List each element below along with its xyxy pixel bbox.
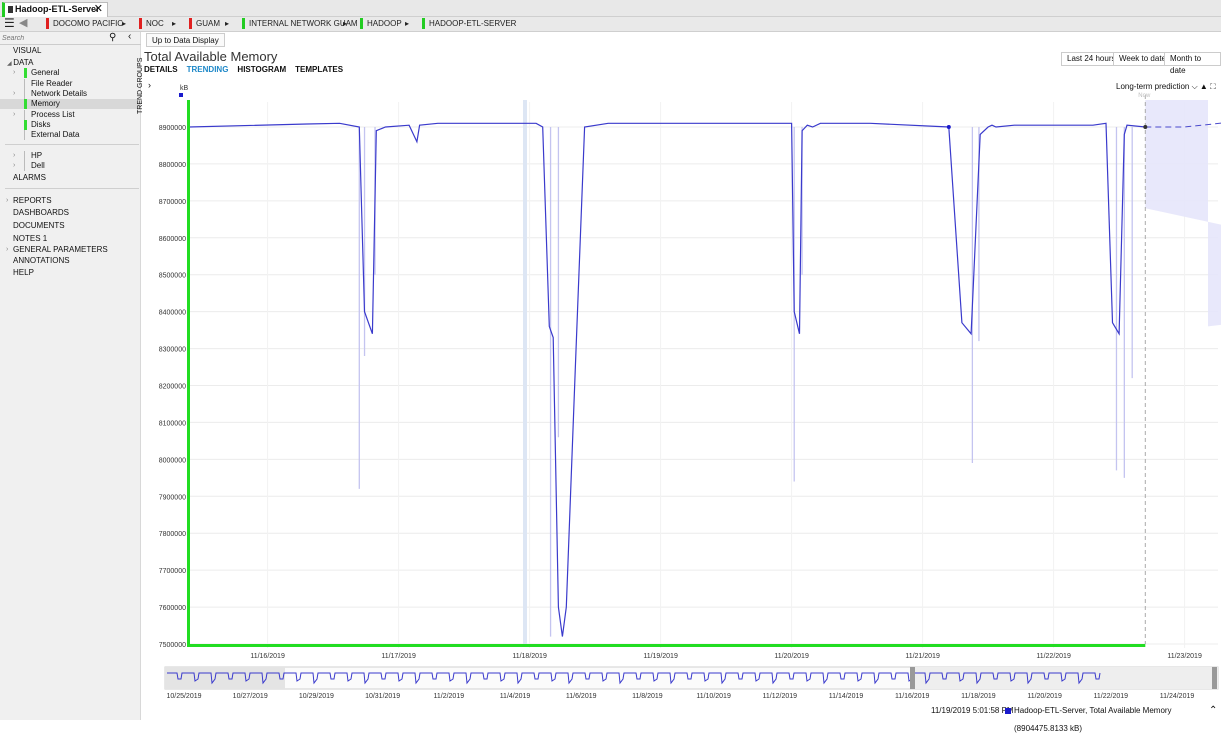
status-timestamp: 11/19/2019 5:01:58 PM [931, 706, 1014, 715]
y-tick-label: 8700000 [159, 199, 186, 206]
overview-tick-label: 11/22/2019 [1094, 693, 1129, 700]
now-point [1143, 125, 1148, 129]
x-tick-label: 11/20/2019 [774, 653, 809, 660]
overview-tick-label: 11/12/2019 [763, 693, 798, 700]
x-axis-highlight [187, 644, 1146, 647]
y-tick-label: 7700000 [159, 568, 186, 575]
overview-tick-label: 11/6/2019 [566, 693, 597, 700]
y-tick-label: 7800000 [159, 531, 186, 538]
overview-tick-label: 11/14/2019 [829, 693, 864, 700]
y-tick-label: 8400000 [159, 310, 186, 317]
overview-tick-label: 11/16/2019 [895, 693, 930, 700]
x-tick-label: 11/19/2019 [643, 653, 678, 660]
overview-tick-label: 11/2/2019 [433, 693, 464, 700]
overview-tick-label: 11/10/2019 [696, 693, 731, 700]
y-tick-label: 7900000 [159, 494, 186, 501]
y-tick-label: 7500000 [159, 642, 186, 649]
overview-tick-label: 11/24/2019 [1160, 693, 1195, 700]
y-tick-label: 8500000 [159, 273, 186, 280]
unit-label: kB [180, 85, 189, 92]
prediction-band [1145, 100, 1221, 327]
x-tick-label: 11/16/2019 [250, 653, 285, 660]
overview-tick-label: 10/25/2019 [166, 693, 201, 700]
y-tick-label: 8800000 [159, 162, 186, 169]
legend-swatch [1005, 708, 1011, 714]
x-tick-label: 11/21/2019 [905, 653, 940, 660]
trend-chart[interactable]: 7500000 7600000 7700000 7800000 7900000 80000… [0, 0, 1221, 720]
x-tick-label: 11/17/2019 [381, 653, 416, 660]
chevron-up-icon[interactable]: ⌃ [1209, 702, 1217, 720]
x-tick-label: 11/22/2019 [1036, 653, 1071, 660]
y-tick-label: 8600000 [159, 236, 186, 243]
history-series-line [188, 122, 1146, 637]
y-tick-label: 8300000 [159, 347, 186, 354]
x-tick-label: 11/23/2019 [1167, 653, 1202, 660]
y-tick-label: 8900000 [159, 125, 186, 132]
selection-band [523, 100, 527, 644]
overview-range-handle [910, 667, 915, 689]
y-axis-highlight [187, 100, 190, 646]
legend-entry: Hadoop-ETL-Server, Total Available Memor… [1014, 706, 1172, 733]
now-label: Now [1138, 93, 1151, 99]
unit-marker [179, 93, 183, 97]
overview-tick-label: 10/29/2019 [299, 693, 334, 700]
overview-tick-label: 11/18/2019 [961, 693, 996, 700]
y-tick-label: 8000000 [159, 457, 186, 464]
selected-point [946, 125, 951, 129]
overview-tick-label: 11/8/2019 [632, 693, 663, 700]
y-tick-label: 7600000 [159, 605, 186, 612]
overview-tick-label: 11/4/2019 [500, 693, 531, 700]
status-bar: 11/19/2019 5:01:58 PM Hadoop-ETL-Server,… [141, 702, 1221, 733]
overview-tick-label: 10/27/2019 [233, 693, 268, 700]
x-tick-label: 11/18/2019 [512, 653, 547, 660]
overview-tick-label: 11/20/2019 [1027, 693, 1062, 700]
overview-range-handle [1212, 667, 1217, 689]
y-tick-label: 8200000 [159, 384, 186, 391]
overview-tick-label: 10/31/2019 [365, 693, 400, 700]
overview-shade [165, 667, 285, 689]
y-tick-label: 8100000 [159, 420, 186, 427]
